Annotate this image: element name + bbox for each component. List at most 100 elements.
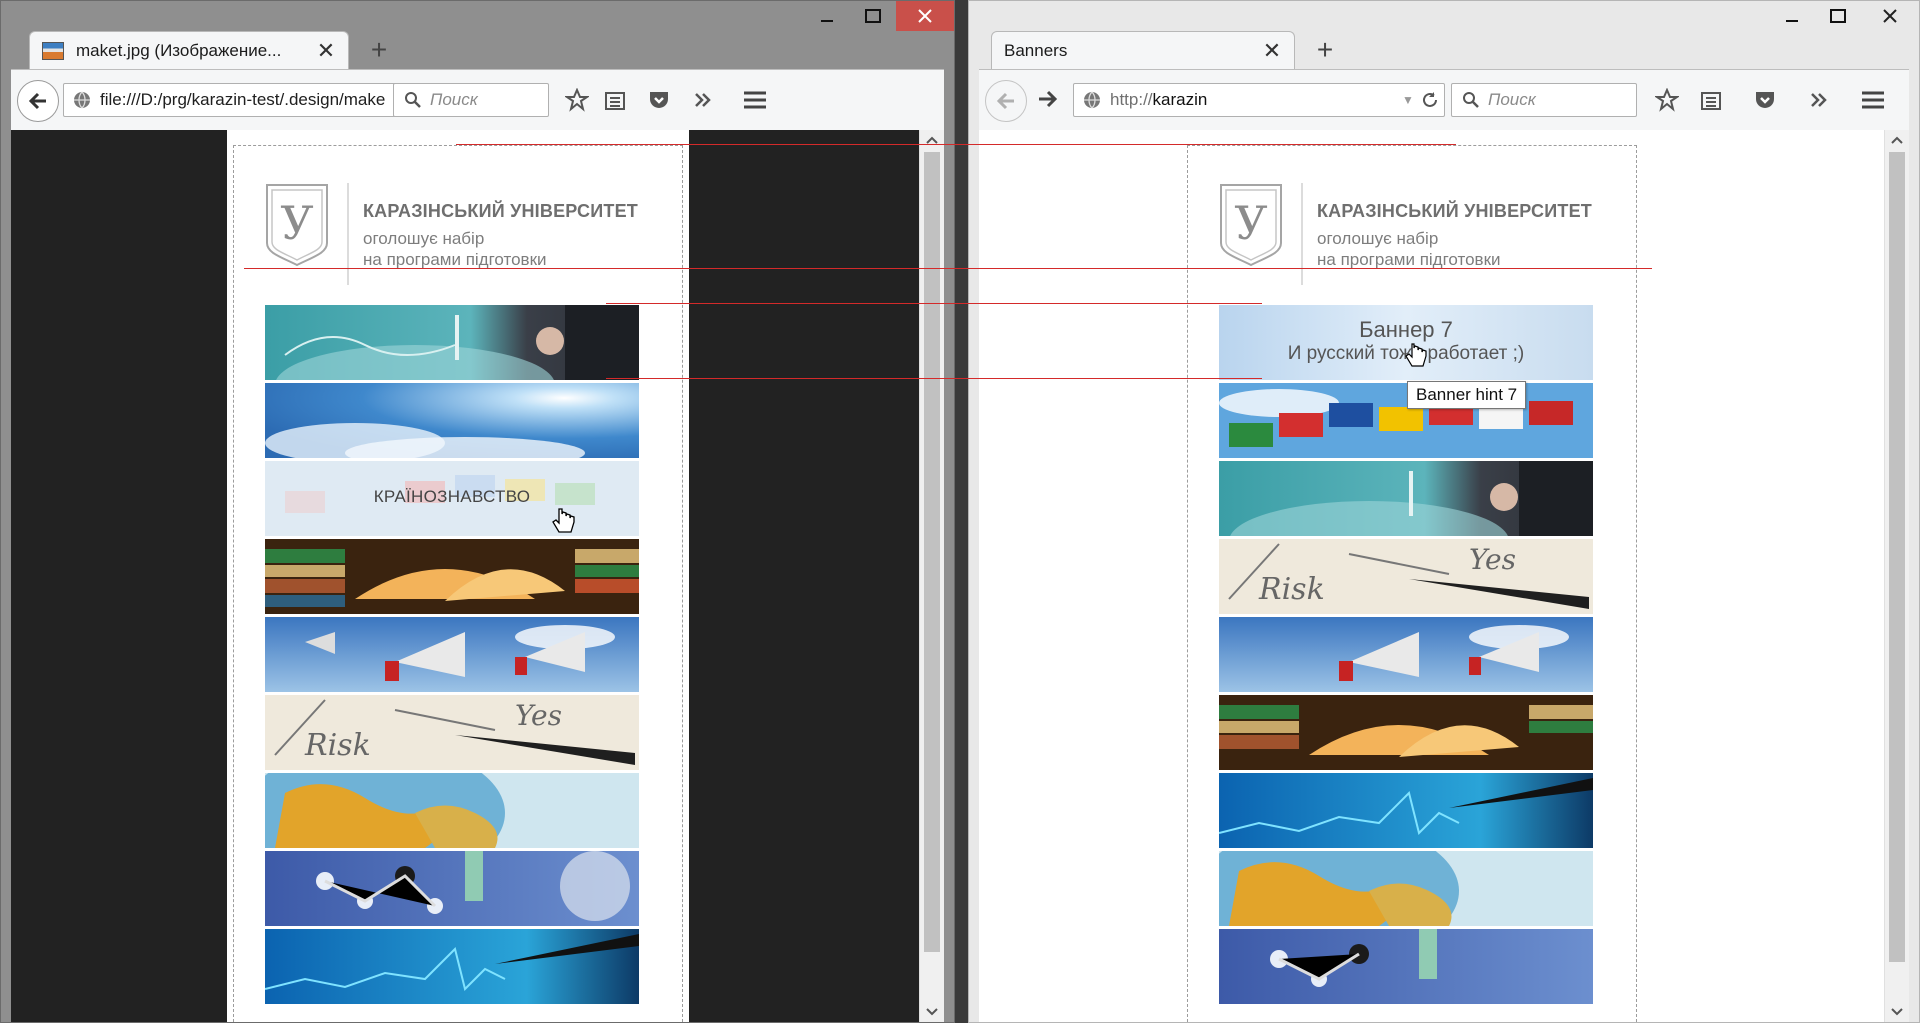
tab-strip: maket.jpg (Изображение... ✕ + — [11, 29, 954, 69]
subtitle-line-1: оголошує набір — [1317, 229, 1439, 248]
tab-strip: Banners ✕ + — [979, 29, 1919, 69]
banner-list: Баннер 7 И русский тоже работает ;) Risk… — [1219, 305, 1593, 1007]
megaphone-image — [1219, 617, 1593, 692]
banner-megaphone[interactable] — [1219, 617, 1593, 692]
bookmark-star-icon[interactable] — [1653, 86, 1681, 114]
scroll-thumb[interactable] — [1889, 152, 1905, 962]
scroll-up-arrow-icon[interactable] — [920, 130, 944, 150]
banner-finance-chart[interactable] — [265, 929, 639, 1004]
banner-flags[interactable] — [1219, 383, 1593, 458]
search-bar[interactable]: Поиск — [393, 83, 549, 117]
hamburger-menu-icon[interactable] — [741, 86, 769, 114]
banner-globe-map[interactable] — [1219, 851, 1593, 926]
university-header: У КАРАЗІНСЬКИЙ УНІВЕРСИТЕТ оголошує набі… — [265, 183, 645, 293]
banner-globe-map[interactable] — [265, 773, 639, 848]
close-window-button[interactable] — [896, 1, 954, 31]
banner-molecules[interactable] — [1219, 929, 1593, 1004]
back-button[interactable] — [17, 80, 59, 122]
alignment-guide-top — [456, 144, 1456, 145]
svg-text:У: У — [280, 196, 313, 250]
new-tab-button[interactable]: + — [361, 33, 397, 67]
scroll-down-arrow-icon[interactable] — [1885, 1002, 1909, 1022]
close-tab-icon[interactable]: ✕ — [316, 38, 336, 64]
banner-hint-tooltip: Banner hint 7 — [1407, 381, 1527, 409]
scroll-thumb[interactable] — [924, 152, 940, 952]
banner-list: КРАЇНОЗНАВСТВО Risk Yes — [265, 305, 639, 1007]
banner-books[interactable] — [1219, 695, 1593, 770]
molecules-image — [1219, 929, 1593, 1004]
maximize-button[interactable] — [1815, 1, 1861, 31]
books-image — [265, 539, 639, 614]
hand-cursor-icon — [1405, 343, 1427, 367]
megaphone-image — [265, 617, 639, 692]
back-button[interactable] — [985, 80, 1027, 122]
tab-maket[interactable]: maket.jpg (Изображение... ✕ — [29, 31, 349, 69]
url-text: http://karazin — [1110, 90, 1208, 109]
globe-icon — [74, 91, 90, 109]
minimize-button[interactable] — [1769, 1, 1815, 31]
vertical-scrollbar[interactable] — [919, 130, 944, 1022]
banner-risk-yes[interactable]: Risk Yes — [1219, 539, 1593, 614]
scroll-down-arrow-icon[interactable] — [920, 1002, 944, 1022]
svg-text:Risk: Risk — [304, 728, 371, 763]
address-bar[interactable]: http://karazin ▼ — [1073, 83, 1445, 117]
banner-molecules[interactable] — [265, 851, 639, 926]
search-bar[interactable]: Поиск — [1451, 83, 1637, 117]
banner-risk-yes[interactable]: Risk Yes — [265, 695, 639, 770]
bookmarks-list-icon[interactable] — [1697, 86, 1725, 114]
hamburger-menu-icon[interactable] — [1859, 86, 1887, 114]
banner-flags-hover[interactable]: КРАЇНОЗНАВСТВО — [265, 461, 639, 536]
subtitle-line-2: на програми підготовки — [1317, 250, 1501, 269]
sky-sun-image — [265, 383, 639, 458]
url-text: file:///D:/prg/karazin-test/.design/make — [100, 90, 386, 109]
svg-text:Risk: Risk — [1258, 572, 1325, 607]
tab-title: Banners — [1004, 40, 1068, 60]
close-window-button[interactable] — [1861, 1, 1919, 31]
forward-arrow-icon[interactable] — [1037, 88, 1059, 110]
scroll-up-arrow-icon[interactable] — [1885, 130, 1909, 150]
minimize-button[interactable] — [804, 1, 850, 31]
university-header: У КАРАЗІНСЬКИЙ УНІВЕРСИТЕТ оголошує набі… — [1219, 183, 1599, 293]
banner-finance-chart[interactable] — [1219, 773, 1593, 848]
banner-megaphone[interactable] — [265, 617, 639, 692]
pocket-icon[interactable] — [645, 86, 673, 114]
banner-travel-globe[interactable] — [265, 305, 639, 380]
maximize-button[interactable] — [850, 1, 896, 31]
banners-page: У КАРАЗІНСЬКИЙ УНІВЕРСИТЕТ оголошує набі… — [1181, 130, 1643, 1022]
search-placeholder: Поиск — [430, 90, 478, 109]
pocket-icon[interactable] — [1751, 86, 1779, 114]
books-image — [1219, 695, 1593, 770]
banner-travel-globe[interactable] — [1219, 461, 1593, 536]
url-dropdown-icon[interactable]: ▼ — [1400, 93, 1416, 107]
risk-yes-image: Risk Yes — [1219, 539, 1593, 614]
banner-books[interactable] — [265, 539, 639, 614]
university-title: КАРАЗІНСЬКИЙ УНІВЕРСИТЕТ — [363, 201, 638, 221]
bookmark-star-icon[interactable] — [563, 86, 591, 114]
navigation-toolbar: http://karazin ▼ Поиск — [979, 69, 1909, 131]
search-placeholder: Поиск — [1488, 90, 1536, 109]
university-crest-logo: У — [266, 184, 328, 267]
close-tab-icon[interactable]: ✕ — [1262, 38, 1282, 64]
svg-text:Yes: Yes — [515, 699, 562, 732]
globe-map-image — [265, 773, 639, 848]
overflow-chevron-icon[interactable] — [1805, 86, 1833, 114]
overflow-chevron-icon[interactable] — [689, 86, 717, 114]
tab-title: maket.jpg (Изображение... — [76, 40, 282, 60]
bookmarks-list-icon[interactable] — [601, 86, 629, 114]
university-crest-logo: У — [1220, 184, 1282, 267]
svg-text:У: У — [1234, 196, 1267, 250]
banner-7-title: Баннер 7 — [1359, 317, 1453, 342]
new-tab-button[interactable]: + — [1307, 33, 1343, 67]
browser-window-left: maket.jpg (Изображение... ✕ + file:///D:… — [0, 0, 955, 1023]
hand-cursor-icon — [552, 508, 575, 533]
back-arrow-icon — [996, 92, 1014, 110]
tab-banners[interactable]: Banners ✕ — [991, 31, 1295, 69]
subtitle-line-2: на програми підготовки — [363, 250, 547, 269]
vertical-scrollbar[interactable] — [1884, 130, 1909, 1022]
back-arrow-icon — [28, 92, 46, 110]
search-icon — [1463, 92, 1479, 108]
globe-icon — [1084, 91, 1100, 109]
reload-icon[interactable] — [1416, 91, 1444, 109]
alignment-guide-banner-top — [606, 303, 1262, 304]
banner-sky-sun[interactable] — [265, 383, 639, 458]
